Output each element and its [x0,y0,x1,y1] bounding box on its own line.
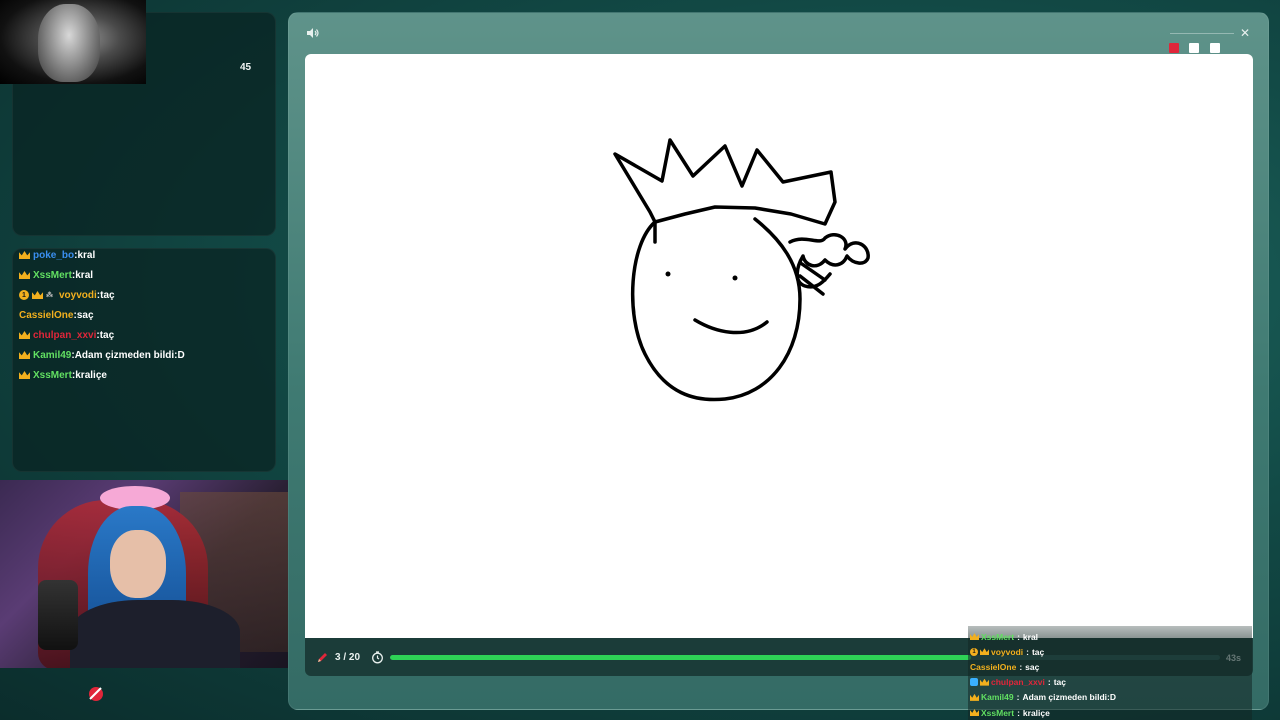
chat-username[interactable]: voyvodi [991,647,1023,657]
timer-icon [372,651,383,664]
chat-message-text: saç [76,309,94,321]
crown-badge-icon [970,633,979,640]
chat-message: 1 voyvodi: taç [970,644,1250,659]
overlay-chat: XssMert: kral 1 voyvodi: taç CassielOne: saç ch… [968,626,1252,720]
chat-username[interactable]: XssMert [33,370,72,381]
sub-badge-icon: 1 [970,647,978,656]
crown-badge-icon [19,331,30,339]
drawing [613,138,870,402]
drawn-left-eye [665,271,671,277]
color-swatch-white[interactable] [1189,43,1199,53]
guest-face [38,4,100,82]
crown-badge-icon [19,351,30,359]
stream-chat-panel: poke_bo: kral XssMert: kral 1 ⁂ voyvodi: taç Cas… [12,248,276,472]
chat-username[interactable]: voyvodi [59,290,97,301]
header-divider [1170,33,1234,34]
chat-message: XssMert: kraliçe [19,365,271,385]
chat-username[interactable]: XssMert [981,632,1014,642]
chat-message: poke_bo: kral [19,249,271,265]
chat-message-text: kral [75,269,94,281]
drawn-right-eye [732,275,738,281]
crown-badge-icon [19,271,30,279]
chat-message-text: saç [1025,661,1040,672]
chat-message: CassielOne: saç [970,659,1250,674]
chat-separator: : [1016,692,1020,703]
chat-message-text: taç [1031,646,1045,657]
crown-badge-icon [32,291,43,299]
chat-message: CassielOne: saç [19,305,271,325]
chat-message: Kamil49: Adam çizmeden bildi:D [19,345,271,365]
chat-username[interactable]: Kamil49 [33,350,71,361]
overlay-chat-list: XssMert: kral 1 voyvodi: taç CassielOne: saç ch… [970,629,1250,720]
drawn-doodle [788,233,870,296]
chat-username[interactable]: poke_bo [33,250,74,261]
chat-message: chulpan_xxvi: taç [970,675,1250,690]
drawn-crown [613,138,837,226]
chat-message-text: kraliçe [75,369,107,381]
extra-badge-icon: ⁂ [46,292,53,299]
chat-message-text: kral [77,249,96,261]
brand-logo-icon [89,687,103,701]
chat-message-text: kraliçe [1022,707,1050,718]
chat-message-text: kral [1022,631,1039,642]
crown-badge-icon [19,251,30,259]
webcam-streamer [0,480,298,668]
chat-message-text: taç [99,329,115,341]
chat-username[interactable]: CassielOne [19,310,73,321]
chat-message-text: Adam çizmeden bildi:D [74,349,185,361]
chat-username[interactable]: XssMert [33,270,72,281]
chat-username[interactable]: Kamil49 [981,692,1014,702]
crown-badge-icon [970,694,979,701]
crown-badge-icon [980,648,989,655]
streamer-body [70,600,240,668]
chat-message-text: taç [100,289,115,301]
color-swatch-white-2[interactable] [1210,43,1220,53]
time-progress-fill [390,655,971,660]
chat-message-text: taç [1053,677,1066,688]
chat-username[interactable]: XssMert [981,708,1014,718]
speaker-icon[interactable] [306,27,320,39]
chat-message: 1 ⁂ voyvodi: taç [19,285,271,305]
chat-message-text: Adam çizmeden bildi:D [1022,692,1116,703]
drawing-canvas[interactable] [305,54,1253,638]
chat-message-list: poke_bo: kral XssMert: kral 1 ⁂ voyvodi: taç Cas… [19,250,271,385]
blue-badge-icon [970,678,978,687]
chat-separator: : [1017,631,1020,642]
streamer-face [110,530,166,598]
crown-badge-icon [970,709,979,716]
chat-username[interactable]: CassielOne [970,662,1016,672]
chat-separator: : [1026,646,1029,657]
drawn-head [630,217,802,402]
close-icon[interactable]: ✕ [1239,27,1251,39]
chat-username[interactable]: chulpan_xxvi [33,330,96,341]
chat-separator: : [1047,677,1051,688]
crown-badge-icon [19,371,30,379]
chat-message: chulpan_xxvi: taç [19,325,271,345]
pencil-icon [318,653,327,662]
sub-badge-icon: 1 [19,290,29,300]
chat-message: XssMert: kral [19,265,271,285]
webcam-guest [0,0,146,84]
color-swatch-red[interactable] [1169,43,1179,53]
chat-message: XssMert: kraliçe [970,705,1250,720]
crown-badge-icon [980,679,989,686]
microphone [38,580,78,650]
chat-separator: : [1017,707,1020,718]
viewer-count: 45 [240,62,252,73]
chat-username[interactable]: chulpan_xxvi [991,677,1045,687]
chat-separator: : [1019,661,1023,672]
drawn-smile [693,318,769,335]
chat-message: Kamil49: Adam çizmeden bildi:D [970,690,1250,705]
round-counter: 3 / 20 [335,652,361,663]
chat-message: XssMert: kral [970,629,1250,644]
